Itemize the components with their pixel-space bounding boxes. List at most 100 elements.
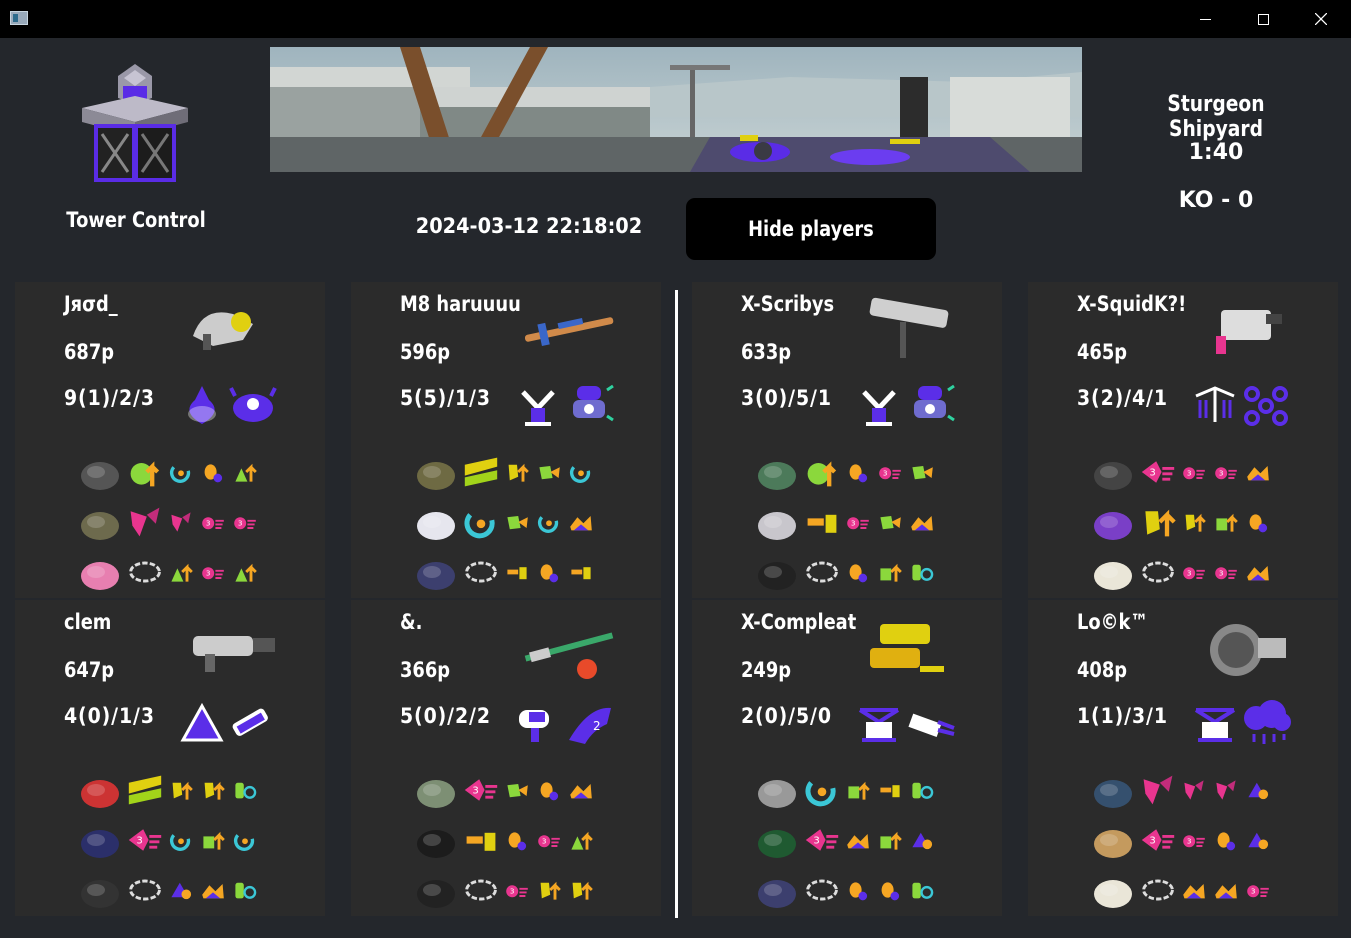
minimize-button[interactable] <box>1176 0 1234 38</box>
sunglasses-icon <box>1090 450 1136 494</box>
quick-respawn-icon <box>463 504 499 540</box>
special-charge-up-icon <box>846 878 870 902</box>
jersey-icon <box>77 818 123 862</box>
splatana-weapon-icon <box>519 614 615 680</box>
quick-respawn-icon <box>169 828 193 852</box>
tacticooler-icon <box>904 700 956 746</box>
special-saver-icon <box>878 510 902 534</box>
title-bar <box>0 0 1351 38</box>
sneakers-icon <box>413 550 459 594</box>
ink-saver-main-icon <box>127 454 163 490</box>
mode-label: Tower Control <box>66 208 206 232</box>
player-name: clem <box>64 610 112 634</box>
headband-icon <box>77 450 123 494</box>
svg-text:3: 3 <box>813 836 819 847</box>
run-speed-up-icon <box>233 560 257 584</box>
player-kda: 4(0)/1/3 <box>64 704 155 728</box>
sub-power-up-icon <box>201 828 225 852</box>
ink-saver-sub-icon: 3 <box>201 560 225 584</box>
team-divider <box>675 290 678 918</box>
special-charge-up-icon <box>1214 828 1238 852</box>
svg-text:3: 3 <box>136 836 142 847</box>
match-timer: 1:40 <box>1188 140 1244 165</box>
svg-text:3: 3 <box>883 469 888 478</box>
cap-icon <box>77 768 123 812</box>
boots-icon <box>754 550 800 594</box>
gear-row <box>413 500 653 544</box>
ink-saver-sub-icon: 3 <box>1246 878 1270 902</box>
player-name: X-Scribys <box>741 292 835 316</box>
svg-text:3: 3 <box>472 786 478 797</box>
glasses-icon <box>754 450 800 494</box>
gear-row: 33 <box>1090 550 1330 594</box>
high-tops-icon <box>77 868 123 912</box>
ink-resistance-icon <box>1246 778 1270 802</box>
stealth-jump-icon <box>127 554 163 590</box>
intensify-action-icon <box>1214 878 1238 902</box>
tower-control-icon <box>78 62 192 186</box>
quick-super-jump-icon: 3 <box>1140 454 1176 490</box>
player-kda: 5(5)/1/3 <box>400 386 491 410</box>
ink-resistance-icon <box>169 878 193 902</box>
gear-row: 3 <box>77 818 317 862</box>
maximize-button[interactable] <box>1234 0 1292 38</box>
ink-resistance-icon <box>910 828 934 852</box>
shirt-icon <box>77 500 123 544</box>
player-card: Jяσd_ 687p 9(1)/2/3 3 3 3 <box>15 282 325 598</box>
player-power: 366p <box>400 658 451 682</box>
ink-recovery-icon <box>1214 778 1238 802</box>
player-card: X-Compleat 249p 2(0)/5/0 3 <box>692 600 1002 916</box>
white-shoes-icon <box>1090 550 1136 594</box>
special-charge-up-icon <box>201 460 225 484</box>
bucket-hat-icon <box>413 450 459 494</box>
intensify-action-icon <box>1246 460 1270 484</box>
reefslider-icon: 2 <box>563 700 615 746</box>
special-charge-up-icon <box>846 560 870 584</box>
comeback-icon <box>804 504 840 540</box>
svg-text:3: 3 <box>1187 837 1192 846</box>
stage-name: Sturgeon Shipyard <box>1167 92 1265 142</box>
sub-resistance-icon <box>910 878 934 902</box>
gear-row <box>1090 500 1330 544</box>
player-name: Lo©k™ <box>1077 610 1149 634</box>
gear-row <box>754 550 994 594</box>
sprinkler-icon <box>515 382 561 428</box>
quick-super-jump-icon: 3 <box>1140 822 1176 858</box>
blaster-weapon-icon <box>1196 296 1292 362</box>
comeback-icon <box>463 822 499 858</box>
quick-respawn-icon <box>569 460 593 484</box>
app-icon <box>10 11 28 25</box>
swim-speed-up-icon <box>169 778 193 802</box>
pink-shoes-icon <box>77 550 123 594</box>
ink-saver-sub-icon: 3 <box>537 828 561 852</box>
intensify-action-icon <box>201 878 225 902</box>
run-speed-up-icon <box>233 460 257 484</box>
svg-text:3: 3 <box>206 519 211 528</box>
svg-text:2: 2 <box>593 719 601 733</box>
hide-players-button[interactable]: Hide players <box>686 198 936 260</box>
player-kda: 5(0)/2/2 <box>400 704 491 728</box>
special-charge-up-icon <box>878 878 902 902</box>
quick-respawn-icon <box>537 510 561 534</box>
player-kda: 3(0)/5/1 <box>741 386 832 410</box>
svg-text:3: 3 <box>1187 469 1192 478</box>
ink-saver-sub-icon: 3 <box>505 878 529 902</box>
gear-row: 3 <box>77 550 317 594</box>
intensify-action-icon <box>569 778 593 802</box>
ink-recovery-icon <box>169 510 193 534</box>
close-button[interactable] <box>1292 0 1350 38</box>
shooter-weapon-icon <box>183 614 279 680</box>
long-sleeve-icon <box>413 500 459 544</box>
maximize-icon <box>1257 13 1269 25</box>
squid-beakon-icon <box>856 700 902 746</box>
gear-row: 3 <box>754 450 994 494</box>
special-saver-icon <box>910 460 934 484</box>
ink-storm-icon <box>1240 700 1292 746</box>
headphones-icon <box>1090 768 1136 812</box>
sub-resistance-icon <box>910 778 934 802</box>
gear-row <box>413 550 653 594</box>
match-timestamp: 2024-03-12 22:18:02 <box>415 214 643 238</box>
boots-icon <box>413 868 459 912</box>
stealth-jump-icon <box>1140 554 1176 590</box>
intensify-action-icon <box>569 510 593 534</box>
